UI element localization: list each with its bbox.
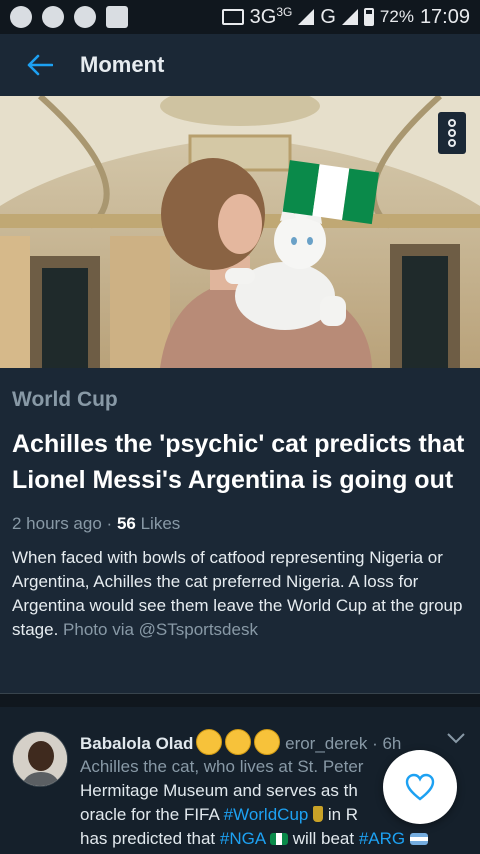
network-type-2: G [320,5,336,28]
status-bar: 3G 3G G 72% 17:09 [0,0,480,34]
clock: 17:09 [419,5,470,28]
app-bar: Moment [0,34,480,96]
heart-icon [405,773,435,801]
tweet-author-name[interactable]: Babalola Olad [80,734,193,753]
tweet-line: has predicted that #NGA will beat #ARG [80,827,465,851]
tweet-header: Babalola Olad eror_derek · 6h [80,729,401,755]
tweet-text-span: has predicted that [80,829,220,848]
moment-hero-image[interactable] [0,96,480,368]
moment-card: World Cup Achilles the 'psychic' cat pre… [0,368,480,693]
battery-icon [363,8,374,26]
like-button[interactable] [383,750,457,824]
cast-icon [221,9,244,25]
tweet-dot: · [372,734,378,753]
tweet-text-span: oracle for the FIFA [80,805,224,824]
back-button[interactable] [0,34,80,96]
signal-icon [298,9,315,25]
battery-percent: 72% [379,7,414,26]
avatar-image [13,732,67,786]
more-dot [448,129,456,137]
section-divider [0,693,480,707]
page-title: Moment [80,52,165,77]
likes-count[interactable]: 56 [117,514,136,533]
network-type-super: 3G [276,5,293,19]
opera-icon [42,6,64,28]
moment-time: 2 hours ago [12,514,102,533]
music-icon [10,6,32,28]
likes-label[interactable]: Likes [141,514,181,533]
cat-photo [0,96,480,368]
laughing-emoji-icon [196,729,223,755]
arrow-left-icon [27,54,53,76]
photo-credit[interactable]: Photo via @STsportsdesk [63,620,258,639]
more-options-button[interactable] [438,112,466,154]
meta-separator: · [106,514,113,533]
more-dot [448,139,456,147]
tweet-handle[interactable]: eror_derek [285,734,367,753]
laughing-emoji-icon [254,729,281,755]
network-type: 3G [249,5,277,28]
argentina-flag-icon [409,833,428,845]
moment-category[interactable]: World Cup [12,388,468,412]
moment-description: When faced with bowls of catfood represe… [12,546,468,642]
tweet-time: 6h [382,734,402,753]
laughing-emoji-icon [225,729,252,755]
nigeria-flag-icon [269,833,288,845]
moment-headline: Achilles the 'psychic' cat predicts that… [12,430,465,494]
tweet-text-span: in R [323,805,359,824]
moment-meta: 2 hours ago · 56 Likes [12,514,468,534]
trophy-icon [313,806,324,822]
system-icons: 3G 3G G 72% 17:09 [221,5,470,29]
hashtag-nga[interactable]: #NGA [220,829,265,848]
more-vertical-icon [448,119,456,127]
notification-icons [10,6,128,28]
tweet-menu-button[interactable] [446,731,466,749]
avatar[interactable] [12,731,68,787]
hashtag-worldcup[interactable]: #WorldCup [224,805,309,824]
tweet-text-span: will beat [287,829,359,848]
chevron-down-icon [447,733,465,744]
gmail-icon [106,6,128,28]
hashtag-arg[interactable]: #ARG [359,829,405,848]
signal-icon-2 [341,9,358,25]
aperture-icon [74,6,96,28]
